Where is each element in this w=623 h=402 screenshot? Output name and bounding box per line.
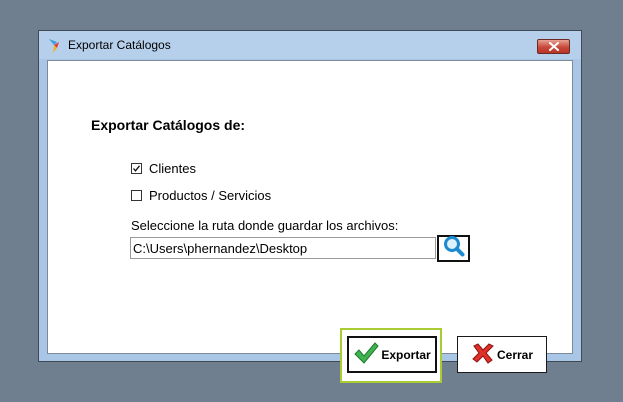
title-bar[interactable]: Exportar Catálogos (39, 31, 581, 59)
clientes-checkbox[interactable] (131, 162, 142, 174)
export-button-label: Exportar (381, 347, 431, 362)
app-logo-icon (49, 39, 61, 53)
checkmark-icon (353, 341, 379, 368)
path-label: Seleccione la ruta donde guardar los arc… (131, 218, 399, 233)
export-button[interactable]: Exportar (347, 336, 437, 373)
productos-label: Productos / Servicios (149, 187, 272, 203)
export-heading: Exportar Catálogos de: (91, 117, 246, 133)
close-icon (548, 38, 559, 56)
browse-folder-button[interactable] (437, 235, 470, 262)
dialog-content: Exportar Catálogos de: Clientes Producto… (47, 60, 573, 383)
magnifier-icon (443, 235, 465, 262)
option-productos-servicios[interactable]: Productos / Servicios (131, 187, 271, 203)
productos-checkbox[interactable] (131, 189, 142, 201)
close-dialog-button[interactable]: Cerrar (457, 336, 547, 373)
clientes-label: Clientes (149, 160, 196, 176)
option-clientes[interactable]: Clientes (131, 160, 196, 176)
red-x-icon (471, 342, 495, 367)
checkmark-glyph-icon (133, 164, 141, 172)
close-button[interactable] (537, 39, 570, 54)
cancel-button-label: Cerrar (496, 347, 534, 362)
export-dialog-window: Exportar Catálogos Exportar Catálogos de… (38, 30, 582, 383)
window-title: Exportar Catálogos (68, 38, 171, 52)
path-input[interactable] (130, 237, 436, 259)
